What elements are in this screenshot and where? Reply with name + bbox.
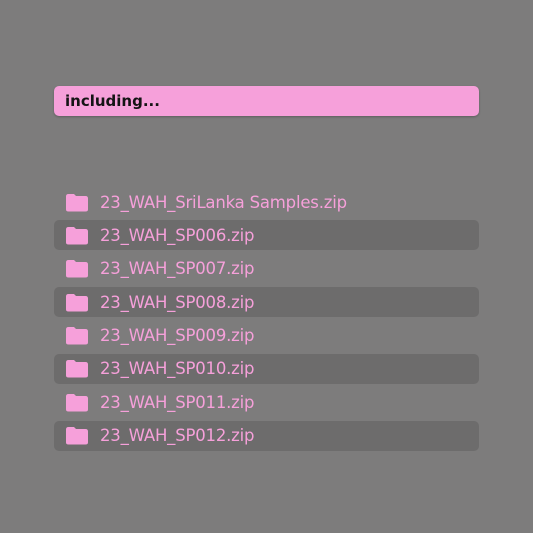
search-input[interactable] [65, 92, 479, 110]
file-list: 23_WAH_SriLanka Samples.zip 23_WAH_SP006… [54, 187, 479, 454]
file-row[interactable]: 23_WAH_SP009.zip [54, 321, 479, 351]
folder-icon [66, 193, 88, 211]
file-name: 23_WAH_SP011.zip [100, 392, 255, 412]
folder-icon [66, 260, 88, 278]
file-name: 23_WAH_SP007.zip [100, 259, 255, 279]
file-name: 23_WAH_SP009.zip [100, 326, 255, 346]
file-name: 23_WAH_SP010.zip [100, 359, 255, 379]
file-row[interactable]: 23_WAH_SP007.zip [54, 254, 479, 284]
file-row[interactable]: 23_WAH_SP011.zip [54, 387, 479, 417]
folder-icon [66, 327, 88, 345]
folder-icon [66, 226, 88, 245]
file-row[interactable]: 23_WAH_SP012.zip [54, 420, 479, 451]
search-bar[interactable] [54, 86, 479, 116]
file-row[interactable]: 23_WAH_SP006.zip [54, 220, 479, 251]
file-name: 23_WAH_SP008.zip [100, 292, 255, 312]
folder-icon [66, 427, 88, 445]
file-row[interactable]: 23_WAH_SP008.zip [54, 287, 479, 318]
folder-icon [66, 360, 88, 378]
file-name: 23_WAH_SriLanka Samples.zip [100, 192, 347, 212]
file-row[interactable]: 23_WAH_SP010.zip [54, 353, 479, 384]
folder-icon [66, 393, 88, 412]
file-name: 23_WAH_SP006.zip [100, 225, 255, 245]
folder-icon [66, 293, 88, 312]
file-row[interactable]: 23_WAH_SriLanka Samples.zip [54, 187, 479, 217]
file-name: 23_WAH_SP012.zip [100, 426, 255, 446]
